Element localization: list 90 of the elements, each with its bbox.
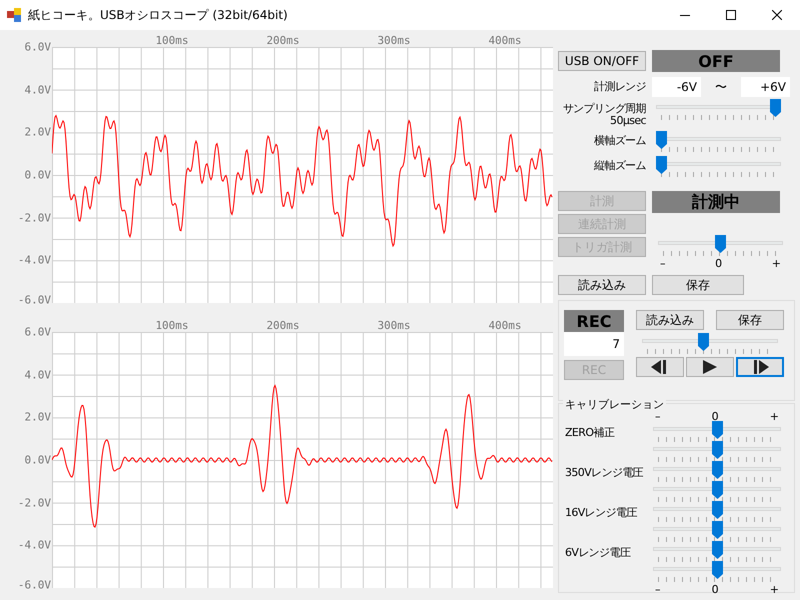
slider-thumb[interactable] bbox=[698, 333, 710, 351]
slider[interactable] bbox=[653, 463, 781, 483]
slider[interactable] bbox=[656, 158, 781, 178]
slider-thumb[interactable] bbox=[712, 501, 722, 519]
voltage-axis-label: 4.0V bbox=[24, 368, 51, 382]
transport-button[interactable] bbox=[736, 357, 784, 377]
close-icon bbox=[772, 10, 782, 20]
slider[interactable] bbox=[653, 483, 781, 503]
slider-label: サンプリング周期 bbox=[562, 103, 646, 115]
voltage-axis-label: -4.0V bbox=[18, 538, 51, 552]
voltage-axis-label: 0.0V bbox=[24, 168, 51, 182]
voltage-axis-label: -6.0V bbox=[18, 578, 51, 592]
load-button[interactable]: 読み込み bbox=[636, 310, 704, 330]
calibration-label: 6Vレンジ電圧 bbox=[565, 545, 632, 561]
time-axis-label: 200ms bbox=[266, 34, 300, 47]
time-axis-label: 400ms bbox=[488, 34, 522, 47]
time-axis-label: 300ms bbox=[377, 34, 411, 47]
app-icon bbox=[6, 7, 22, 23]
usb-toggle-button[interactable]: USB ON/OFF bbox=[558, 51, 646, 71]
slider[interactable] bbox=[656, 133, 781, 153]
slider-thumb[interactable] bbox=[712, 421, 722, 439]
slider-thumb[interactable] bbox=[712, 541, 722, 559]
slider-label: 縦軸ズーム bbox=[594, 160, 646, 172]
rec-status-display: REC bbox=[564, 310, 624, 332]
calibration-label: 16Vレンジ電圧 bbox=[565, 505, 638, 521]
range-separator: 〜 bbox=[714, 78, 728, 96]
scale-label: + bbox=[770, 583, 779, 596]
save-button[interactable]: 保存 bbox=[652, 275, 744, 295]
slider[interactable] bbox=[653, 563, 781, 583]
window-title: 紙ヒコーキ。USBオシロスコープ (32bit/64bit) bbox=[28, 6, 289, 24]
voltage-axis-label: 4.0V bbox=[24, 83, 51, 96]
voltage-axis-label: 6.0V bbox=[24, 40, 51, 54]
slider-thumb[interactable] bbox=[656, 156, 667, 174]
voltage-axis-label: 6.0V bbox=[24, 326, 51, 338]
voltage-axis-label: -2.0V bbox=[18, 211, 51, 224]
scale-label: 0 bbox=[715, 257, 722, 270]
range-max-field[interactable]: +6V bbox=[741, 77, 790, 97]
usb-status-display: OFF bbox=[652, 50, 780, 72]
slider-thumb[interactable] bbox=[712, 561, 722, 579]
load-button[interactable]: 読み込み bbox=[558, 275, 646, 295]
scale-label: 0 bbox=[712, 583, 719, 596]
scale-label: 0 bbox=[712, 410, 719, 423]
scale-label: – bbox=[660, 257, 666, 270]
playback-slider[interactable] bbox=[642, 335, 778, 355]
slider-value: 50µsec bbox=[610, 115, 646, 127]
slider-thumb[interactable] bbox=[712, 441, 722, 459]
voltage-axis-label: 2.0V bbox=[24, 410, 51, 424]
voltage-axis-label: 2.0V bbox=[24, 126, 51, 139]
range-label: 計測レンジ bbox=[592, 81, 646, 93]
measure-status-display: 計測中 bbox=[652, 191, 780, 213]
trigger-slider[interactable] bbox=[658, 237, 783, 257]
slider[interactable] bbox=[653, 423, 781, 443]
save-button[interactable]: 保存 bbox=[716, 310, 784, 330]
step-forward-icon bbox=[751, 360, 769, 374]
transport-button[interactable] bbox=[686, 357, 734, 377]
slider[interactable] bbox=[653, 443, 781, 463]
time-axis-label: 400ms bbox=[488, 319, 522, 332]
minimize-icon bbox=[680, 14, 690, 16]
voltage-axis-label: -2.0V bbox=[18, 496, 51, 510]
voltage-axis-label: -4.0V bbox=[18, 254, 51, 267]
scale-label: – bbox=[655, 583, 660, 596]
voltage-axis-label: -6.0V bbox=[18, 294, 51, 306]
slider-thumb[interactable] bbox=[712, 521, 722, 539]
voltage-axis-label: 0.0V bbox=[24, 454, 51, 466]
slider-thumb[interactable] bbox=[712, 461, 722, 479]
scale-label: + bbox=[770, 410, 779, 423]
range-min-field[interactable]: -6V bbox=[652, 77, 701, 97]
scale-label: + bbox=[772, 257, 781, 270]
record-count-field[interactable]: 7 bbox=[564, 332, 624, 356]
transport-button[interactable] bbox=[636, 357, 684, 377]
play-icon bbox=[703, 360, 717, 374]
slider-thumb[interactable] bbox=[656, 131, 667, 149]
time-axis-label: 200ms bbox=[266, 319, 300, 332]
time-axis-label: 300ms bbox=[377, 319, 411, 332]
maximize-icon bbox=[726, 10, 736, 20]
slider[interactable] bbox=[653, 503, 781, 523]
slider-thumb[interactable] bbox=[712, 481, 722, 499]
time-axis-label: 100ms bbox=[155, 34, 189, 47]
slider-thumb[interactable] bbox=[715, 235, 726, 253]
step-back-icon bbox=[651, 360, 669, 374]
calibration-label: ZERO補正 bbox=[565, 425, 616, 441]
time-axis-label: 100ms bbox=[155, 319, 189, 332]
slider[interactable] bbox=[653, 523, 781, 543]
slider-thumb[interactable] bbox=[770, 99, 781, 117]
slider[interactable] bbox=[653, 543, 781, 563]
calibration-title: キャリブレーション bbox=[563, 397, 666, 412]
calibration-label: 350Vレンジ電圧 bbox=[565, 465, 644, 481]
slider-label: 横軸ズーム bbox=[594, 135, 646, 147]
slider[interactable] bbox=[656, 101, 781, 121]
scale-label: – bbox=[655, 410, 660, 423]
